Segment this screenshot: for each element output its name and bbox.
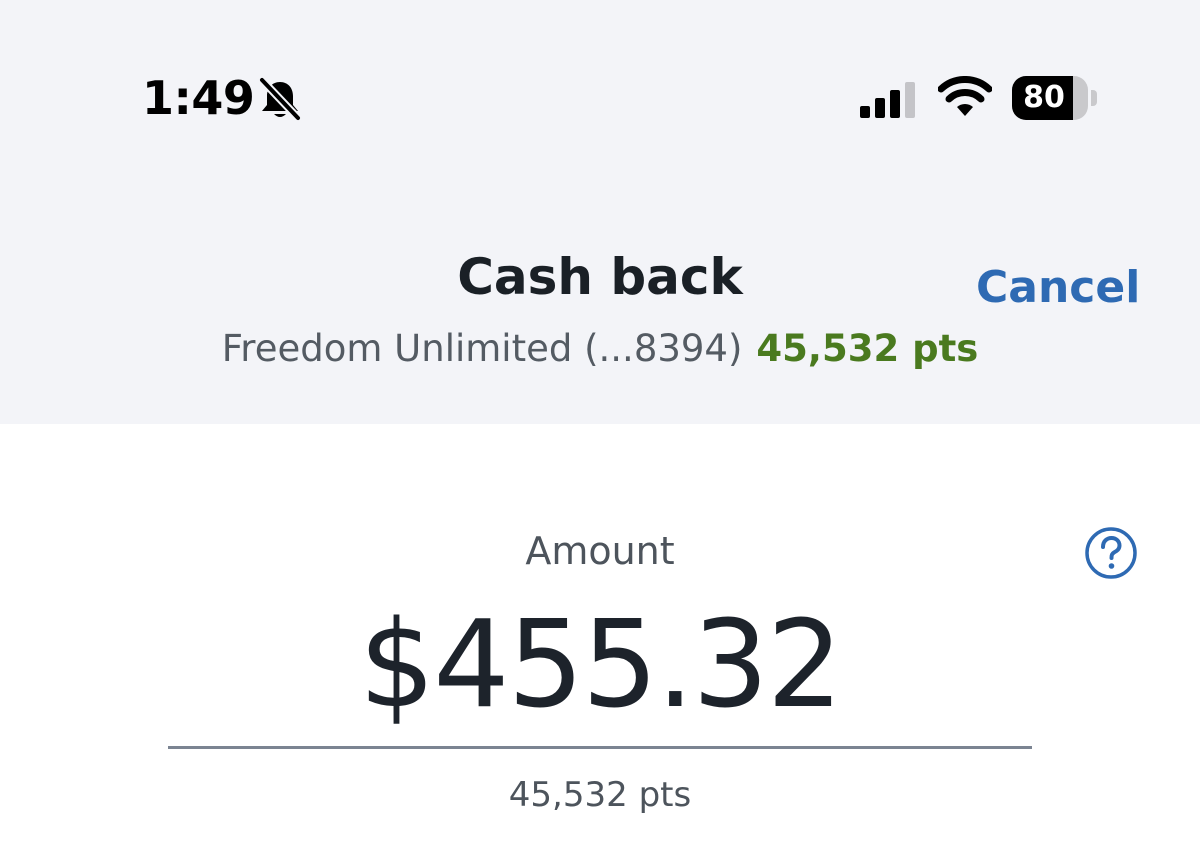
battery-indicator: 80 xyxy=(1012,76,1098,120)
amount-input[interactable]: $455.32 xyxy=(200,596,1000,736)
page-title: Cash back xyxy=(457,248,743,306)
battery-percent: 80 xyxy=(1023,80,1065,115)
account-name: Freedom Unlimited (...8394) xyxy=(221,327,743,370)
amount-points: 45,532 pts xyxy=(508,775,692,815)
status-time: 1:49 xyxy=(142,71,255,125)
question-circle-icon[interactable] xyxy=(1084,526,1138,580)
account-summary: Freedom Unlimited (...8394) 45,532 pts xyxy=(0,324,1200,374)
cellular-signal-icon xyxy=(860,82,915,118)
wifi-icon xyxy=(938,76,992,116)
amount-underline xyxy=(168,746,1032,749)
bell-slash-icon xyxy=(259,77,301,121)
points-balance: 45,532 pts xyxy=(756,327,979,370)
top-header-panel: 1:49 80 Cash back Cancel Freedom Unlimit… xyxy=(0,0,1200,424)
cancel-button[interactable]: Cancel xyxy=(976,260,1140,316)
amount-label: Amount xyxy=(525,529,675,573)
